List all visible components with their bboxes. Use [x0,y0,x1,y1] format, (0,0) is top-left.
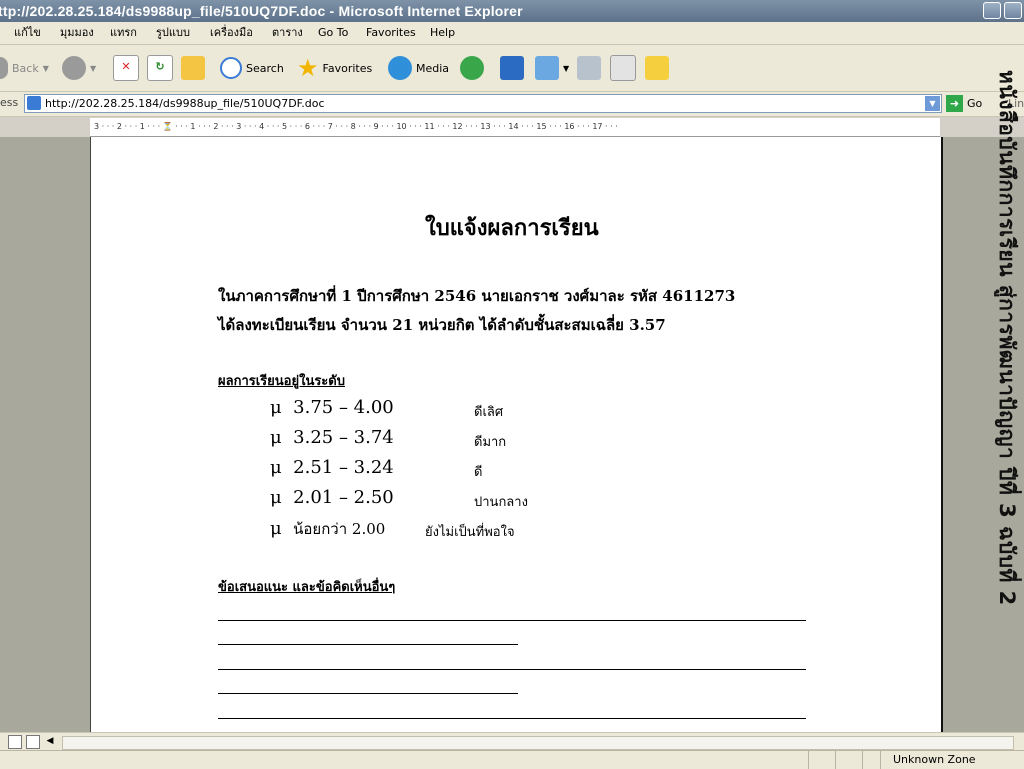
menu-edit[interactable]: แก้ไข [14,22,41,44]
edit-button[interactable] [610,53,636,83]
note-icon [645,56,669,80]
grade-label: ดีมาก [474,435,507,450]
grade-range: น้อยกว่า 2.00 [293,520,386,538]
menu-help[interactable]: Help [430,22,455,44]
bullet: μ [270,397,282,418]
favorites-button[interactable]: ★ Favorites [297,53,372,83]
star-icon: ★ [297,54,319,82]
writing-line [218,693,518,694]
mail-icon [535,56,559,80]
security-zone: Unknown Zone [893,753,976,766]
minimize-button[interactable] [983,2,1001,19]
refresh-icon: ↻ [147,55,173,81]
research-icon [500,56,524,80]
media-button[interactable]: Media [388,53,449,83]
print-button[interactable] [577,53,601,83]
bullet: μ [270,427,282,448]
info-line-2: ได้ลงทะเบียนเรียน จำนวน 21 หน่วยกิต ได้ล… [218,316,666,334]
media-icon [388,56,412,80]
address-dropdown-icon[interactable]: ▼ [925,96,940,111]
scroll-left-icon[interactable]: ◀ [44,735,56,747]
go-arrow-icon[interactable]: ➜ [946,95,963,112]
side-text: หนังสือบันทึกการเรียน สู่การพัฒนาปัญญา ป… [995,70,1019,606]
menu-view[interactable]: มุมมอง [60,22,94,44]
grade-range: 3.75 – 4.00 [293,397,394,418]
stop-button[interactable]: ✕ [113,53,139,83]
title-bar: ttp://202.28.25.184/ds9988up_file/510UQ7… [0,0,1024,22]
edit-icon [610,55,636,81]
info-line-1: ในภาคการศึกษาที่ 1 ปีการศึกษา 2546 นายเอ… [218,287,736,305]
grade-row: μ 3.75 – 4.00 [270,397,394,418]
suggestion-heading: ข้อเสนอแนะ และข้อคิดเห็นอื่นๆ [218,580,396,595]
bullet: μ [270,518,282,539]
home-icon [181,56,205,80]
menu-table[interactable]: ตาราง [272,22,303,44]
bullet: μ [270,457,282,478]
printer-icon [577,56,601,80]
writing-line [218,644,518,645]
window-title: ttp://202.28.25.184/ds9988up_file/510UQ7… [0,3,523,19]
grade-row: μ 3.25 – 3.74 [270,427,394,448]
menu-format[interactable]: รูปแบบ [156,22,190,44]
grade-label: ปานกลาง [474,495,528,510]
status-bar: Unknown Zone [0,750,1024,769]
forward-button[interactable]: ▼ [62,53,96,83]
grade-row: μ 2.51 – 3.24 [270,457,394,478]
menu-insert[interactable]: แทรก [110,22,137,44]
chevron-down-icon: ▼ [563,63,570,73]
maximize-button[interactable] [1004,2,1022,19]
grade-range: 2.01 – 2.50 [293,487,394,508]
menu-bar: แก้ไข มุมมอง แทรก รูปแบบ เครื่องมือ ตารา… [0,22,1024,45]
grade-row: μ 2.01 – 2.50 [270,487,394,508]
messenger-button[interactable] [645,53,669,83]
normal-view-icon[interactable] [8,735,22,749]
writing-line [218,620,806,621]
scroll-track[interactable] [62,736,1014,750]
document-title: ใบแจ้งผลการเรียน [425,215,599,241]
chevron-down-icon: ▼ [42,63,49,73]
history-button[interactable] [460,53,484,83]
grade-range: 3.25 – 3.74 [293,427,394,448]
research-button[interactable] [500,53,524,83]
back-button[interactable]: Back ▼ [0,53,49,83]
search-icon [220,57,242,79]
writing-line [218,718,806,719]
go-button[interactable]: Go [967,97,982,110]
grade-row: μ น้อยกว่า 2.00 [270,517,385,541]
grade-label: ดี [474,465,483,480]
address-bar: ess http://202.28.25.184/ds9988up_file/5… [0,92,1024,117]
ruler: 3 · · · 2 · · · 1 · · · ⏳ · · · 1 · · · … [90,118,940,137]
grade-heading: ผลการเรียนอยู่ในระดับ [218,374,345,389]
back-arrow-icon [0,57,8,79]
layout-view-icon[interactable] [26,735,40,749]
menu-tools[interactable]: เครื่องมือ [210,22,253,44]
ie-page-icon [27,96,41,110]
address-input[interactable]: http://202.28.25.184/ds9988up_file/510UQ… [24,94,942,113]
bullet: μ [270,487,282,508]
home-button[interactable] [181,53,205,83]
horizontal-scrollbar[interactable]: ◀ [0,732,1024,751]
search-button[interactable]: Search [220,53,284,83]
side-watermark: หนังสือบันทึกการเรียน สู่การพัฒนาปัญญา ป… [983,70,1023,690]
toolbar: Back ▼ ▼ ✕ ↻ Search ★ Favorites Media ▼ [0,45,1024,92]
writing-line [218,669,806,670]
menu-favorites[interactable]: Favorites [366,22,416,44]
mail-button[interactable]: ▼ [535,53,569,83]
grade-label: ยังไม่เป็นที่พอใจ [425,525,515,540]
stop-icon: ✕ [113,55,139,81]
history-icon [460,56,484,80]
refresh-button[interactable]: ↻ [147,53,173,83]
grade-range: 2.51 – 3.24 [293,457,394,478]
forward-arrow-icon [62,56,86,80]
grade-label: ดีเลิศ [474,405,504,420]
chevron-down-icon: ▼ [90,63,97,73]
menu-goto[interactable]: Go To [318,22,348,44]
